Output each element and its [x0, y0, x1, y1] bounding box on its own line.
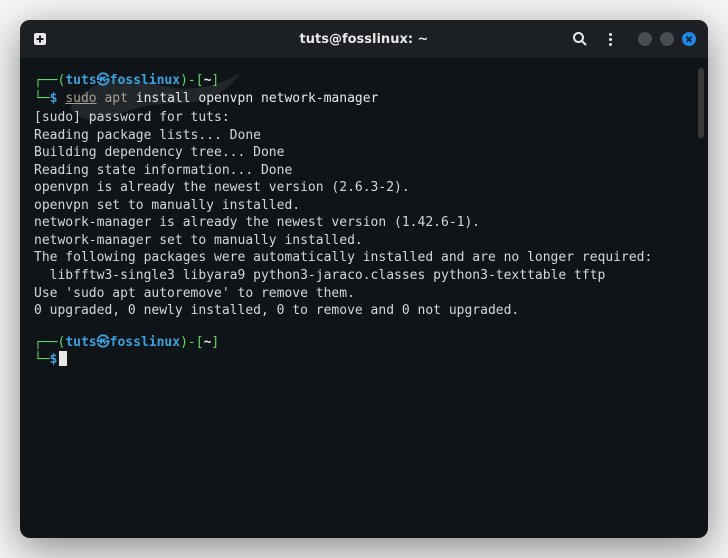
prompt-user: tuts [65, 334, 96, 352]
prompt-decor: ┌──( [34, 72, 65, 90]
prompt-dollar: $ [50, 351, 58, 369]
window-controls [638, 32, 696, 46]
prompt-host: fosslinux [110, 334, 180, 352]
terminal-body[interactable]: ┌──(tuts㉿fosslinux)-[~] └─$ sudo apt ins… [20, 58, 708, 538]
output-line: libfftw3-single3 libyara9 python3-jaraco… [34, 267, 698, 285]
window-title: tuts@fosslinux: ~ [300, 32, 429, 47]
output-line: openvpn is already the newest version (2… [34, 179, 698, 197]
output-line: 0 upgraded, 0 newly installed, 0 to remo… [34, 302, 698, 320]
prompt-decor: ] [211, 72, 219, 90]
prompt-at: ㉿ [97, 72, 110, 90]
terminal-window: tuts@fosslinux: ~ ┌──(tuts㉿fosslinux)-[~… [20, 20, 708, 538]
prompt-line-1: ┌──(tuts㉿fosslinux)-[~] └─$ sudo apt ins… [34, 72, 698, 107]
maximize-button[interactable] [660, 32, 674, 46]
output-line: The following packages were automaticall… [34, 249, 698, 267]
prompt-user: tuts [65, 72, 96, 90]
output-line: Building dependency tree... Done [34, 144, 698, 162]
prompt-at: ㉿ [97, 334, 110, 352]
prompt-host: fosslinux [110, 72, 180, 90]
output-line: Reading state information... Done [34, 162, 698, 180]
cursor [59, 351, 67, 366]
output-line: openvpn set to manually installed. [34, 197, 698, 215]
output-line: network-manager is already the newest ve… [34, 214, 698, 232]
minimize-button[interactable] [638, 32, 652, 46]
prompt-line-2: ┌──(tuts㉿fosslinux)-[~] └─$ [34, 334, 698, 369]
titlebar: tuts@fosslinux: ~ [20, 20, 708, 58]
command-sudo: sudo [65, 90, 96, 108]
prompt-decor: ┌──( [34, 334, 65, 352]
prompt-decor: )-[ [180, 72, 203, 90]
prompt-dollar: $ [50, 90, 58, 108]
search-icon[interactable] [572, 31, 588, 47]
scrollbar[interactable] [698, 68, 704, 138]
command-apt: apt [104, 90, 127, 108]
prompt-path: ~ [204, 72, 212, 90]
prompt-decor: )-[ [180, 334, 203, 352]
output-line: [sudo] password for tuts: [34, 109, 698, 127]
prompt-decor: └─ [34, 90, 50, 108]
command-args: install openvpn network-manager [136, 90, 379, 108]
close-button[interactable] [682, 32, 696, 46]
prompt-path: ~ [204, 334, 212, 352]
titlebar-right [572, 31, 696, 47]
prompt-decor: ] [211, 334, 219, 352]
terminal-content: ┌──(tuts㉿fosslinux)-[~] └─$ sudo apt ins… [34, 72, 698, 369]
output-line: Use 'sudo apt autoremove' to remove them… [34, 285, 698, 303]
output-line: Reading package lists... Done [34, 127, 698, 145]
prompt-decor: └─ [34, 351, 50, 369]
new-tab-icon[interactable] [32, 31, 48, 47]
output-line: network-manager set to manually installe… [34, 232, 698, 250]
menu-icon[interactable] [602, 31, 618, 47]
